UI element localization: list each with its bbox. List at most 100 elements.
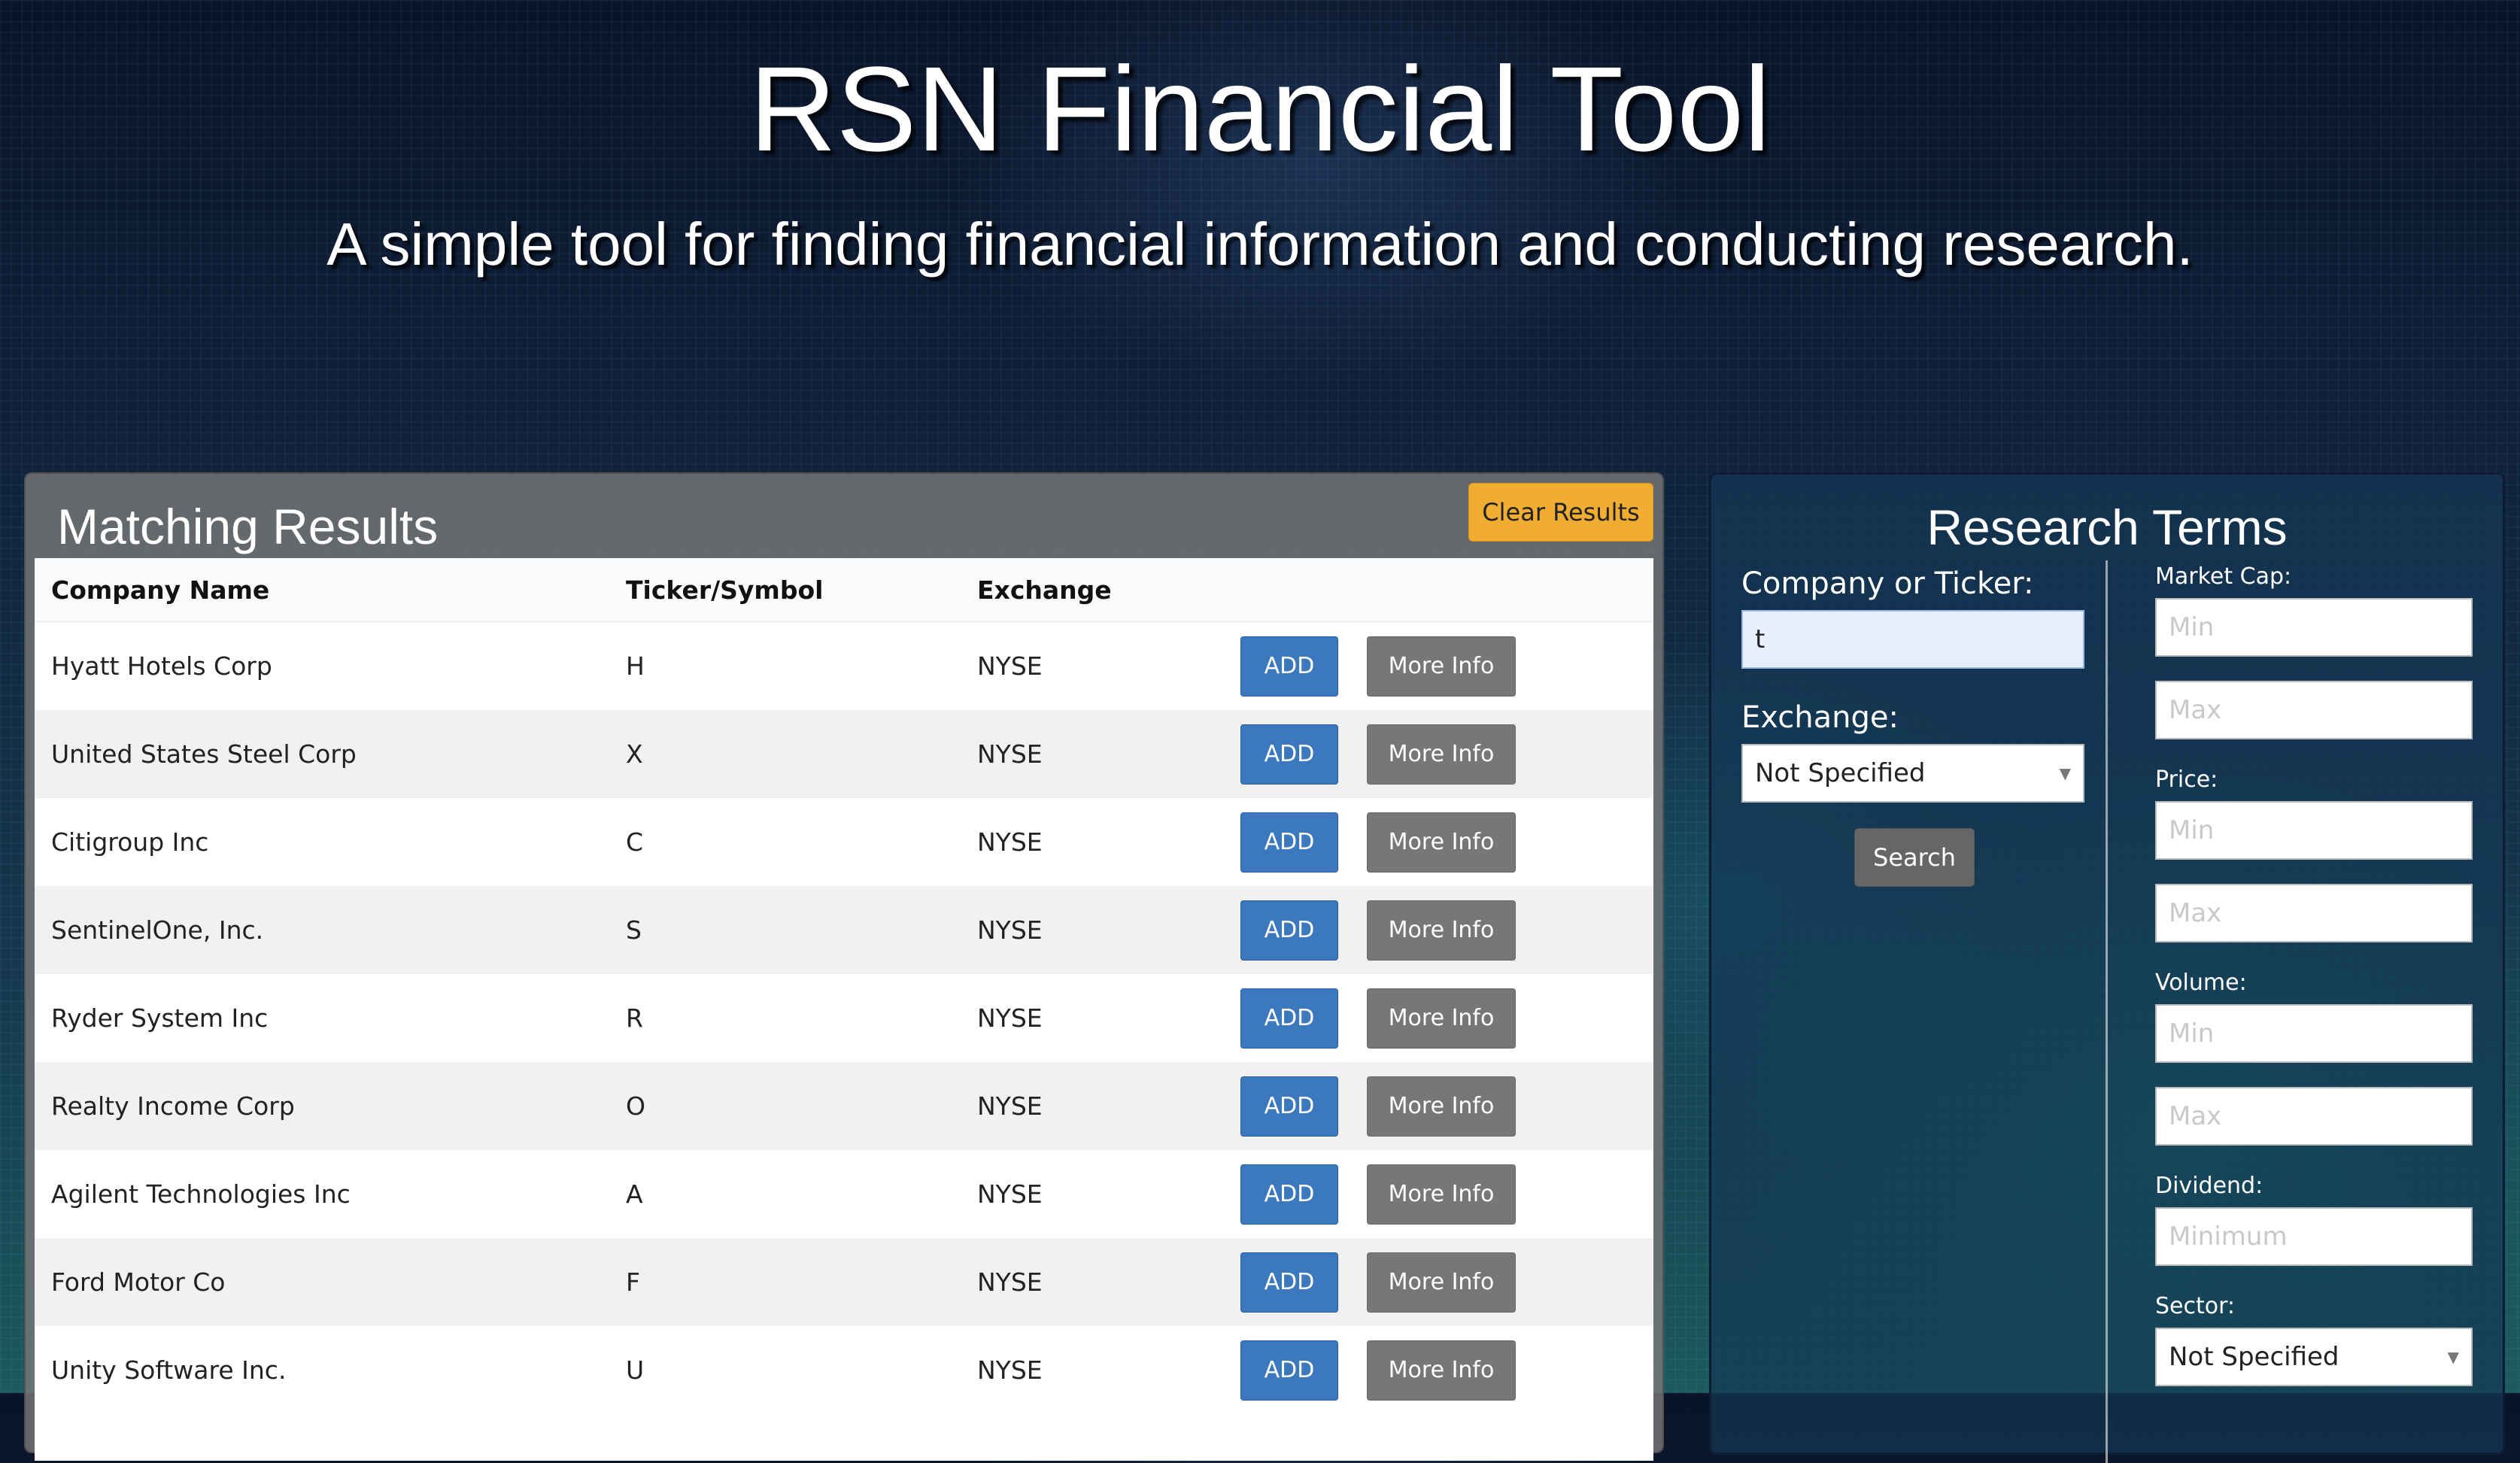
- table-row: Realty Income Corp O NYSE ADD More Info: [35, 1062, 1653, 1150]
- research-divider: [2106, 560, 2108, 1463]
- exchange-select[interactable]: Not Specified ▼: [1741, 744, 2084, 803]
- price-max-input[interactable]: [2155, 884, 2473, 942]
- more-info-button[interactable]: More Info: [1367, 1340, 1516, 1401]
- research-title: Research Terms: [1926, 499, 2288, 555]
- research-panel: Research Terms Company or Ticker: Exchan…: [1709, 472, 2505, 1463]
- more-info-button[interactable]: More Info: [1367, 812, 1516, 873]
- company-ticker-label: Company or Ticker:: [1741, 566, 2034, 601]
- page-subtitle: A simple tool for finding financial info…: [326, 211, 2194, 278]
- add-button[interactable]: ADD: [1240, 900, 1338, 961]
- actions-cell: ADD More Info: [1224, 1238, 1653, 1326]
- exchange-cell: NYSE: [961, 710, 1224, 798]
- actions-cell: ADD More Info: [1224, 798, 1653, 886]
- actions-cell: ADD More Info: [1224, 1062, 1653, 1150]
- ticker-cell: U: [609, 1326, 961, 1414]
- dividend-label: Dividend:: [2155, 1173, 2263, 1199]
- column-header-company: Company Name: [35, 558, 609, 622]
- column-header-actions: [1224, 558, 1653, 622]
- market-cap-min-input[interactable]: [2155, 598, 2473, 657]
- sector-select-value: Not Specified: [2169, 1342, 2339, 1372]
- actions-cell: ADD More Info: [1224, 1326, 1653, 1414]
- dividend-min-input[interactable]: [2155, 1207, 2473, 1266]
- company-name-cell: Realty Income Corp: [35, 1062, 609, 1150]
- exchange-select-value: Not Specified: [1755, 758, 1926, 788]
- ticker-cell: O: [609, 1062, 961, 1150]
- clear-results-button[interactable]: Clear Results: [1468, 483, 1653, 542]
- more-info-button[interactable]: More Info: [1367, 636, 1516, 697]
- company-name-cell: Ryder System Inc: [35, 974, 609, 1062]
- exchange-label: Exchange:: [1741, 700, 1899, 735]
- results-table-body: Hyatt Hotels Corp H NYSE ADD More Info United…: [35, 621, 1653, 1414]
- ticker-cell: C: [609, 798, 961, 886]
- table-row: United States Steel Corp X NYSE ADD More Inf…: [35, 710, 1653, 798]
- column-header-ticker: Ticker/Symbol: [609, 558, 961, 622]
- sector-label: Sector:: [2155, 1293, 2236, 1319]
- volume-label: Volume:: [2155, 970, 2247, 996]
- exchange-cell: NYSE: [961, 1062, 1224, 1150]
- chevron-down-icon: ▼: [2059, 764, 2071, 782]
- exchange-cell: NYSE: [961, 886, 1224, 974]
- table-header-row: Company Name Ticker/Symbol Exchange: [35, 558, 1653, 622]
- search-button[interactable]: Search: [1854, 828, 1975, 887]
- ticker-cell: R: [609, 974, 961, 1062]
- company-name-cell: Agilent Technologies Inc: [35, 1150, 609, 1238]
- exchange-cell: NYSE: [961, 974, 1224, 1062]
- price-label: Price:: [2155, 766, 2218, 793]
- ticker-cell: H: [609, 621, 961, 710]
- volume-max-input[interactable]: [2155, 1087, 2473, 1146]
- actions-cell: ADD More Info: [1224, 621, 1653, 710]
- company-name-cell: Ford Motor Co: [35, 1238, 609, 1326]
- add-button[interactable]: ADD: [1240, 1252, 1338, 1313]
- table-row: Ford Motor Co F NYSE ADD More Info: [35, 1238, 1653, 1326]
- add-button[interactable]: ADD: [1240, 812, 1338, 873]
- chevron-down-icon: ▼: [2447, 1348, 2459, 1366]
- company-name-cell: Unity Software Inc.: [35, 1326, 609, 1414]
- add-button[interactable]: ADD: [1240, 724, 1338, 785]
- market-cap-max-input[interactable]: [2155, 681, 2473, 739]
- exchange-cell: NYSE: [961, 1150, 1224, 1238]
- add-button[interactable]: ADD: [1240, 988, 1338, 1049]
- ticker-cell: X: [609, 710, 961, 798]
- company-ticker-input[interactable]: [1741, 610, 2084, 669]
- more-info-button[interactable]: More Info: [1367, 988, 1516, 1049]
- add-button[interactable]: ADD: [1240, 636, 1338, 697]
- table-row: SentinelOne, Inc. S NYSE ADD More Info: [35, 886, 1653, 974]
- company-name-cell: United States Steel Corp: [35, 710, 609, 798]
- exchange-cell: NYSE: [961, 1238, 1224, 1326]
- sector-select[interactable]: Not Specified ▼: [2155, 1328, 2473, 1386]
- more-info-button[interactable]: More Info: [1367, 1164, 1516, 1225]
- results-panel: Matching Results Clear Results Company N…: [24, 472, 1664, 1461]
- add-button[interactable]: ADD: [1240, 1340, 1338, 1401]
- actions-cell: ADD More Info: [1224, 886, 1653, 974]
- table-row: Hyatt Hotels Corp H NYSE ADD More Info: [35, 621, 1653, 710]
- actions-cell: ADD More Info: [1224, 710, 1653, 798]
- exchange-cell: NYSE: [961, 1326, 1224, 1414]
- results-title: Matching Results: [57, 499, 439, 554]
- actions-cell: ADD More Info: [1224, 1150, 1653, 1238]
- volume-min-input[interactable]: [2155, 1004, 2473, 1063]
- table-row: Ryder System Inc R NYSE ADD More Info: [35, 974, 1653, 1062]
- more-info-button[interactable]: More Info: [1367, 724, 1516, 785]
- more-info-button[interactable]: More Info: [1367, 1252, 1516, 1313]
- actions-cell: ADD More Info: [1224, 974, 1653, 1062]
- company-name-cell: Hyatt Hotels Corp: [35, 621, 609, 710]
- more-info-button[interactable]: More Info: [1367, 900, 1516, 961]
- table-row: Citigroup Inc C NYSE ADD More Info: [35, 798, 1653, 886]
- results-table-container[interactable]: Company Name Ticker/Symbol Exchange Hyat…: [35, 558, 1653, 1461]
- more-info-button[interactable]: More Info: [1367, 1076, 1516, 1137]
- ticker-cell: F: [609, 1238, 961, 1326]
- column-header-exchange: Exchange: [961, 558, 1224, 622]
- ticker-cell: A: [609, 1150, 961, 1238]
- table-row: Agilent Technologies Inc A NYSE ADD More Inf…: [35, 1150, 1653, 1238]
- table-row: Unity Software Inc. U NYSE ADD More Info: [35, 1326, 1653, 1414]
- price-min-input[interactable]: [2155, 801, 2473, 860]
- add-button[interactable]: ADD: [1240, 1164, 1338, 1225]
- results-table: Company Name Ticker/Symbol Exchange Hyat…: [35, 558, 1653, 1414]
- page-title: RSN Financial Tool: [749, 41, 1771, 176]
- exchange-cell: NYSE: [961, 621, 1224, 710]
- ticker-cell: S: [609, 886, 961, 974]
- company-name-cell: SentinelOne, Inc.: [35, 886, 609, 974]
- market-cap-label: Market Cap:: [2155, 563, 2292, 590]
- add-button[interactable]: ADD: [1240, 1076, 1338, 1137]
- company-name-cell: Citigroup Inc: [35, 798, 609, 886]
